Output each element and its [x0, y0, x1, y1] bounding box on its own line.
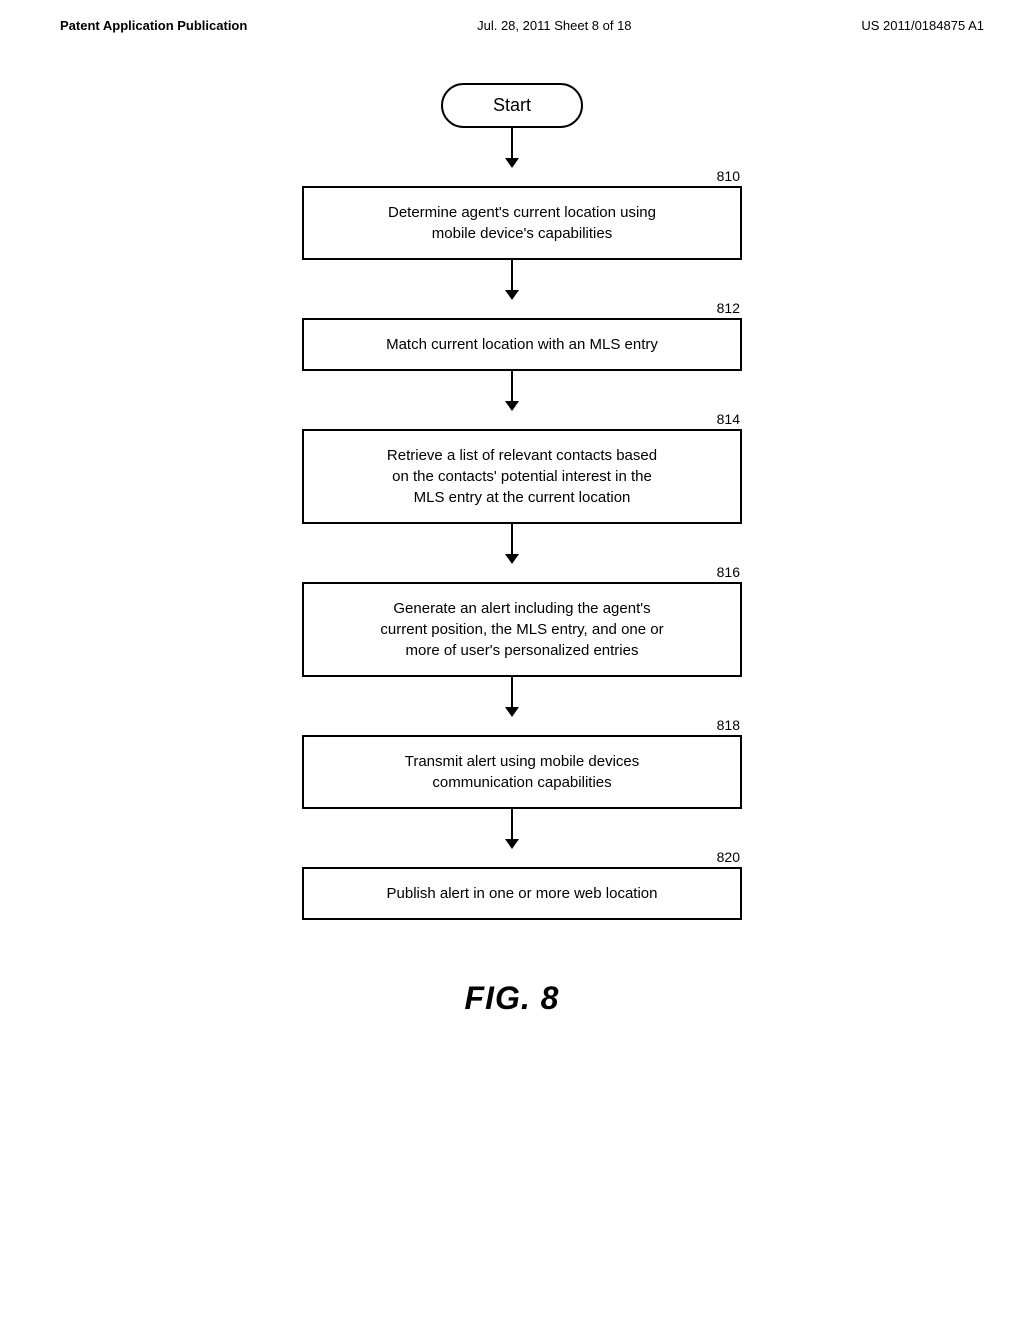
publication-label: Patent Application Publication	[60, 18, 247, 33]
step-810-number: 810	[717, 168, 742, 184]
figure-label: FIG. 8	[0, 980, 1024, 1017]
start-node: Start	[441, 83, 583, 128]
step-810-wrapper: 810 Determine agent's current location u…	[282, 168, 742, 260]
step-820-wrapper: 820 Publish alert in one or more web loc…	[282, 849, 742, 920]
step-814-wrapper: 814 Retrieve a list of relevant contacts…	[282, 411, 742, 524]
step-816-box: Generate an alert including the agent'sc…	[302, 582, 742, 677]
step-814-number: 814	[717, 411, 742, 427]
arrow-1	[505, 128, 519, 168]
arrow-5	[505, 677, 519, 717]
step-820-box: Publish alert in one or more web locatio…	[302, 867, 742, 920]
step-814-box: Retrieve a list of relevant contacts bas…	[302, 429, 742, 524]
arrow-3	[505, 371, 519, 411]
step-816-number: 816	[717, 564, 742, 580]
step-812-wrapper: 812 Match current location with an MLS e…	[282, 300, 742, 371]
step-818-wrapper: 818 Transmit alert using mobile devicesc…	[282, 717, 742, 809]
date-sheet-label: Jul. 28, 2011 Sheet 8 of 18	[477, 18, 631, 33]
step-816-wrapper: 816 Generate an alert including the agen…	[282, 564, 742, 677]
step-820-number: 820	[717, 849, 742, 865]
step-818-number: 818	[717, 717, 742, 733]
step-818-box: Transmit alert using mobile devicescommu…	[302, 735, 742, 809]
step-812-box: Match current location with an MLS entry	[302, 318, 742, 371]
patent-number-label: US 2011/0184875 A1	[861, 18, 984, 33]
flowchart-diagram: Start 810 Determine agent's current loca…	[0, 43, 1024, 920]
arrow-4	[505, 524, 519, 564]
step-812-number: 812	[717, 300, 742, 316]
page-header: Patent Application Publication Jul. 28, …	[0, 0, 1024, 43]
step-810-box: Determine agent's current location using…	[302, 186, 742, 260]
arrow-6	[505, 809, 519, 849]
arrow-2	[505, 260, 519, 300]
